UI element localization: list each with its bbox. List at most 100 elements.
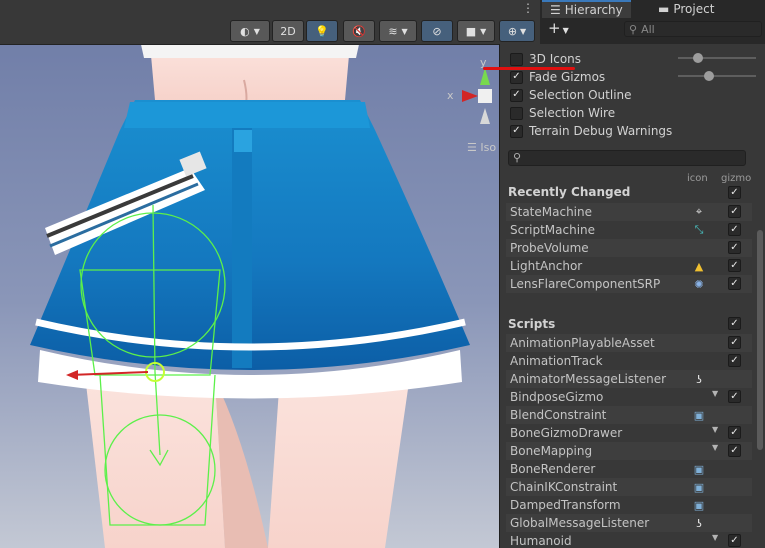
gizmos-dropdown[interactable]: ⊕ ▼ [499,20,535,42]
list-item[interactable]: LightAnchor ▲ ✓ [506,257,752,275]
option-1[interactable]: ✓ Fade Gizmos [510,69,605,85]
graph-icon[interactable]: ⤡ [692,223,706,237]
option-label: Terrain Debug Warnings [529,124,673,138]
gizmo-checkbox[interactable]: ✓ [728,390,741,403]
2d-toggle-button[interactable]: 2D [272,20,304,42]
script-icon[interactable]: ▣ [692,480,706,494]
script-icon[interactable]: ▣ [692,498,706,512]
light-anchor-icon[interactable]: ▲ [692,259,706,273]
icon-size-slider-thumb[interactable] [692,53,703,63]
option-4[interactable]: ✓ Terrain Debug Warnings [510,123,672,139]
scrollbar[interactable] [756,170,764,470]
list-item-name: AnimatorMessageListener [510,372,667,386]
camera-dropdown[interactable]: ■ ▼ [457,20,495,42]
gizmo-checkbox[interactable]: ✓ [728,426,741,439]
gizmo-globe-icon: ⊕ [507,24,518,38]
option-0[interactable]: 3D Icons [510,51,581,67]
gizmo-checkbox[interactable]: ✓ [728,354,741,367]
tab-hierarchy[interactable]: ☰ Hierarchy [542,0,631,18]
icon-size-slider[interactable] [678,53,756,63]
list-item[interactable]: ProbeVolume ✓ [506,239,752,257]
fade-slider-thumb[interactable] [704,71,715,81]
option-checkbox[interactable]: ✓ [510,70,523,84]
chevron-down-icon[interactable]: ▼ [712,443,718,452]
fade-slider[interactable] [678,71,756,81]
option-checkbox[interactable] [510,52,523,66]
list-item[interactable]: BoneMapping ▼ ✓ [506,442,752,460]
scripts-gizmo-all-checkbox[interactable]: ✓ [728,317,741,330]
list-item[interactable]: ScriptMachine ⤡ ✓ [506,221,752,239]
list-item-name: BoneMapping [510,444,593,458]
chevron-down-icon[interactable]: ▼ [712,533,718,542]
chevron-down-icon: ▼ [253,26,260,36]
list-item[interactable]: StateMachine ⌖ ✓ [506,203,752,221]
chevron-down-icon: ▼ [562,26,569,35]
crosshair-icon[interactable]: ⌖ [692,205,706,219]
gizmo-checkbox[interactable]: ✓ [728,205,741,218]
list-item-name: ChainIKConstraint [510,480,618,494]
add-label: + [548,19,561,37]
gizmos-panel: 3D Icons ✓ Fade Gizmos ✓ Selection Outline Se… [499,44,765,548]
recent-gizmo-all-checkbox[interactable]: ✓ [728,186,741,199]
option-label: Selection Wire [529,106,616,120]
chevron-down-icon[interactable]: ▼ [712,425,718,434]
list-item[interactable]: AnimationTrack ✓ [506,352,752,370]
option-label: Selection Outline [529,88,632,102]
hierarchy-search-input[interactable]: ⚲ All [624,21,762,37]
gizmo-checkbox[interactable]: ✓ [728,259,741,272]
layers-icon: ≋ [388,24,398,38]
list-item[interactable]: AnimationPlayableAsset ✓ [506,334,752,352]
iso-toggle[interactable]: ☰ Iso [467,141,496,154]
list-item[interactable]: Humanoid ▼ ✓ [506,532,752,548]
scene-visibility-button[interactable]: ⊘ [421,20,453,42]
option-3[interactable]: Selection Wire [510,105,615,121]
scripts-section-title: Scripts [508,317,556,331]
list-item-name: BoneRenderer [510,462,596,476]
audio-toggle-button[interactable]: 🔇 [343,20,375,42]
gizmo-checkbox[interactable]: ✓ [728,336,741,349]
effects-dropdown[interactable]: ≋ ▼ [379,20,417,42]
script-icon[interactable]: ▣ [692,462,706,476]
recent-section-title: Recently Changed [508,185,631,199]
gizmo-checkbox[interactable]: ✓ [728,223,741,236]
list-item[interactable]: BoneRenderer ▣ [506,460,752,478]
chevron-down-icon[interactable]: ▼ [712,389,718,398]
option-checkbox[interactable] [510,106,523,120]
gizmo-checkbox[interactable]: ✓ [728,444,741,457]
option-2[interactable]: ✓ Selection Outline [510,87,632,103]
red-annotation-underline [483,67,575,70]
list-item-name: GlobalMessageListener [510,516,650,530]
lens-flare-icon[interactable]: ✺ [692,277,706,291]
list-item[interactable]: GlobalMessageListener ʖ [506,514,752,532]
list-item[interactable]: LensFlareComponentSRP ✺ ✓ [506,275,752,293]
draw-mode-dropdown[interactable]: ◐ ▼ [230,20,270,42]
ear-icon[interactable]: ʖ [692,516,706,530]
list-item-name: AnimationTrack [510,354,603,368]
list-item-name: AnimationPlayableAsset [510,336,655,350]
gizmo-checkbox[interactable]: ✓ [728,241,741,254]
option-checkbox[interactable]: ✓ [510,88,523,102]
gizmo-search-input[interactable]: ⚲ [508,150,746,166]
option-checkbox[interactable]: ✓ [510,124,523,138]
lighting-toggle-button[interactable]: 💡 [306,20,338,42]
list-item[interactable]: DampedTransform ▣ [506,496,752,514]
ear-icon[interactable]: ʖ [692,372,706,386]
list-item[interactable]: BindposeGizmo ▼ ✓ [506,388,752,406]
more-menu-icon[interactable]: ⋮ [522,1,534,15]
tab-project[interactable]: ▬ Project [650,0,722,18]
list-item-name: BindposeGizmo [510,390,604,404]
scrollbar-thumb[interactable] [757,230,763,450]
list-item[interactable]: BlendConstraint ▣ [506,406,752,424]
add-button[interactable]: + ▼ [548,19,569,37]
list-item[interactable]: BoneGizmoDrawer ▼ ✓ [506,424,752,442]
list-item-name: LensFlareComponentSRP [510,277,661,291]
list-item-name: BlendConstraint [510,408,607,422]
list-item[interactable]: ChainIKConstraint ▣ [506,478,752,496]
gizmo-checkbox[interactable]: ✓ [728,277,741,290]
col-icon-header: icon [687,173,708,184]
lightbulb-icon: 💡 [315,24,329,38]
chevron-down-icon: ▼ [480,26,487,36]
script-icon[interactable]: ▣ [692,408,706,422]
gizmo-checkbox[interactable]: ✓ [728,534,741,547]
list-item[interactable]: AnimatorMessageListener ʖ [506,370,752,388]
